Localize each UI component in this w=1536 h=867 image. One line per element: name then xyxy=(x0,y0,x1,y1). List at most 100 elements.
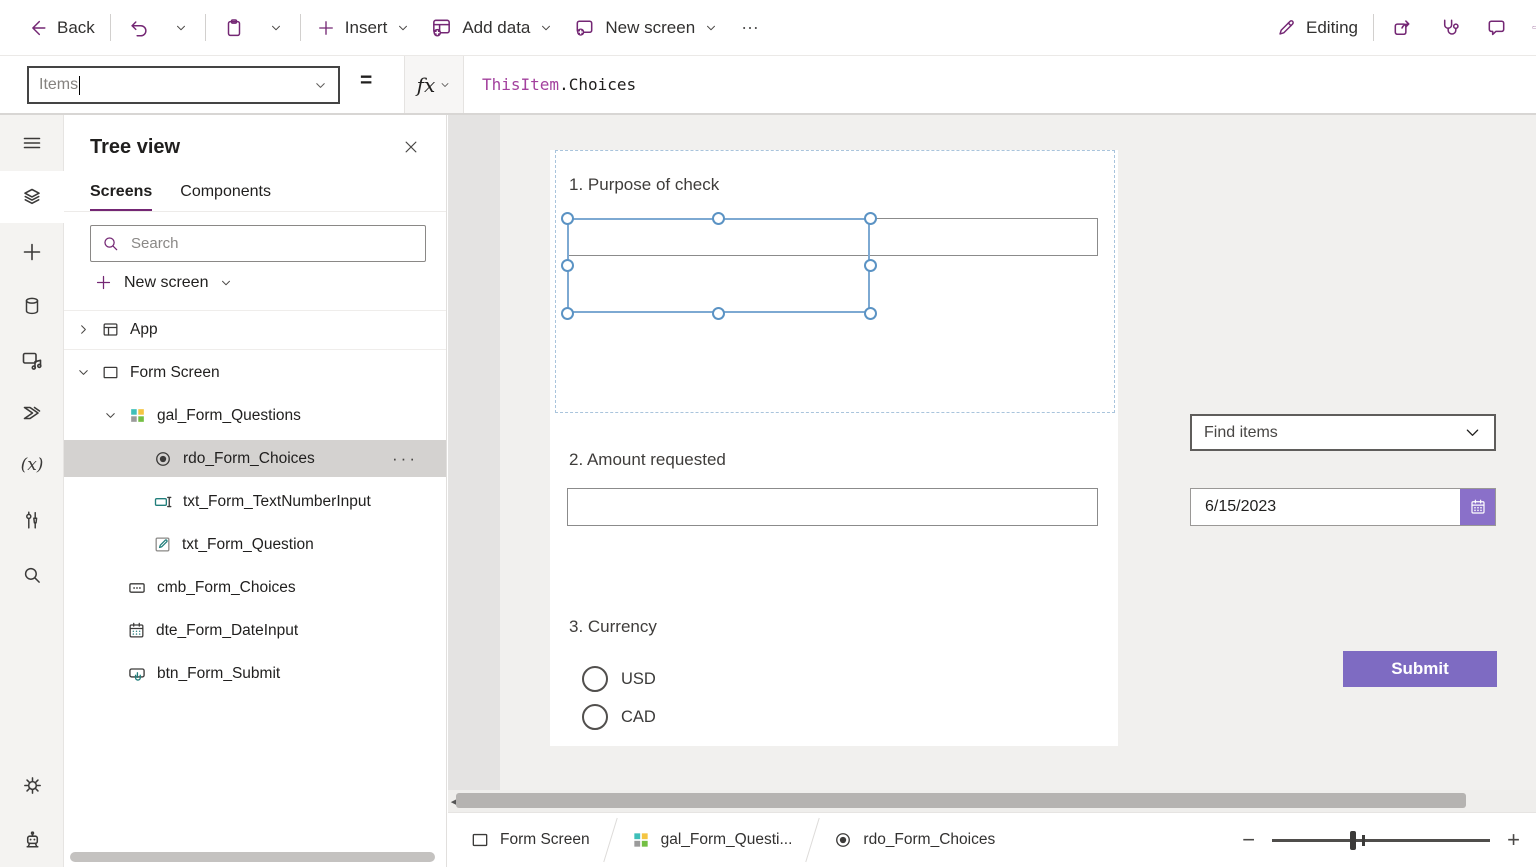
more-options-button[interactable]: ··· xyxy=(392,449,446,469)
selected-radio-control[interactable] xyxy=(567,218,870,313)
question1-label[interactable]: 1. Purpose of check xyxy=(569,175,719,195)
zoom-out-button[interactable]: − xyxy=(1242,829,1255,851)
tree-item-form-screen[interactable]: Form Screen xyxy=(64,354,446,391)
radio-icon xyxy=(833,830,853,850)
tree-tabs: Screens Components xyxy=(90,183,271,212)
selection-handle-sw[interactable] xyxy=(561,307,574,320)
share-button[interactable] xyxy=(1379,10,1426,45)
comments-button[interactable] xyxy=(1473,10,1520,45)
tree-item-label: txt_Form_Question xyxy=(182,536,314,554)
tree-item-label: dte_Form_DateInput xyxy=(156,622,298,640)
tree-item-label: Form Screen xyxy=(130,364,220,382)
app-checker-button[interactable] xyxy=(1426,10,1473,45)
scrollbar-thumb[interactable] xyxy=(456,793,1466,808)
property-selector-value: Items xyxy=(39,76,78,94)
rail-item-power-automate[interactable] xyxy=(0,387,64,439)
radio-option-cad[interactable]: CAD xyxy=(582,704,656,730)
tree-item-question-label[interactable]: txt_Form_Question xyxy=(64,526,446,563)
selection-handle-e[interactable] xyxy=(864,259,877,272)
formula-thisitem-token: ThisItem xyxy=(482,75,559,94)
tree-item-text-number-input[interactable]: txt_Form_TextNumberInput xyxy=(64,483,446,520)
chevron-down-icon xyxy=(103,408,118,423)
radio-circle[interactable] xyxy=(582,704,608,730)
rail-item-media[interactable] xyxy=(0,334,64,386)
tree-item-label: rdo_Form_Choices xyxy=(183,450,315,468)
chevron-down-icon xyxy=(1463,423,1482,442)
submit-button[interactable]: Submit xyxy=(1343,651,1497,687)
calendar-picker-button[interactable] xyxy=(1460,489,1495,525)
undo-button[interactable] xyxy=(116,11,162,45)
question2-label[interactable]: 2. Amount requested xyxy=(569,450,726,470)
rail-item-variables[interactable]: (x) xyxy=(0,439,64,491)
rail-item-search[interactable] xyxy=(0,549,64,601)
selection-handle-se[interactable] xyxy=(864,307,877,320)
chevron-down-icon xyxy=(313,78,328,93)
clipboard-icon xyxy=(223,17,245,39)
rail-item-insert[interactable] xyxy=(0,226,64,278)
left-navigation-rail: (x) xyxy=(0,115,64,867)
add-data-button[interactable]: Add data xyxy=(420,10,563,45)
more-commands-button[interactable] xyxy=(728,12,772,44)
preview-button[interactable] xyxy=(1520,10,1536,45)
selection-handle-n[interactable] xyxy=(712,212,725,225)
selection-handle-s[interactable] xyxy=(712,307,725,320)
tree-item-radio-choices[interactable]: rdo_Form_Choices ··· xyxy=(64,440,446,477)
status-bar: Form Screen gal_Form_Questi... rdo_Form_… xyxy=(448,812,1536,867)
formula-input[interactable]: ThisItem.Choices xyxy=(482,56,1536,113)
divider xyxy=(205,14,206,41)
tree-item-combobox[interactable]: cmb_Form_Choices xyxy=(64,569,446,606)
insert-button[interactable]: Insert xyxy=(306,12,421,44)
divider xyxy=(300,14,301,41)
breadcrumb-separator xyxy=(603,818,617,862)
breadcrumb-label: Form Screen xyxy=(500,831,590,849)
tree-item-gallery[interactable]: gal_Form_Questions xyxy=(64,397,446,434)
paste-menu-button[interactable] xyxy=(257,15,295,41)
rail-item-advanced-tools[interactable] xyxy=(0,495,64,547)
tab-screens[interactable]: Screens xyxy=(90,183,152,212)
selection-handle-nw[interactable] xyxy=(561,212,574,225)
fx-selector[interactable]: fx xyxy=(404,56,464,113)
date-value: 6/15/2023 xyxy=(1191,498,1276,516)
menu-button[interactable] xyxy=(0,117,64,169)
search-input[interactable] xyxy=(129,234,415,253)
back-button[interactable]: Back xyxy=(16,11,105,45)
chevron-down-icon xyxy=(174,21,188,35)
date-picker-field[interactable]: 6/15/2023 xyxy=(1190,488,1496,526)
new-screen-label: New screen xyxy=(124,274,208,292)
rail-item-settings[interactable] xyxy=(0,759,64,811)
new-screen-button[interactable]: New screen xyxy=(563,10,728,45)
chevron-down-icon xyxy=(269,21,283,35)
breadcrumb-form-screen[interactable]: Form Screen xyxy=(470,830,590,850)
close-panel-button[interactable] xyxy=(402,138,420,156)
breadcrumb-gallery[interactable]: gal_Form_Questi... xyxy=(631,830,793,850)
tree-item-app[interactable]: App xyxy=(64,311,446,348)
find-items-combobox[interactable]: Find items xyxy=(1190,414,1496,451)
property-selector[interactable]: Items xyxy=(27,66,340,104)
tree-panel-scrollbar-thumb[interactable] xyxy=(70,852,435,862)
zoom-in-button[interactable]: + xyxy=(1507,829,1520,851)
editing-mode-button[interactable]: Editing xyxy=(1265,11,1368,45)
chevron-down-icon xyxy=(76,365,91,380)
paste-button[interactable] xyxy=(211,11,257,45)
question2-text-input[interactable] xyxy=(567,488,1098,526)
tab-components[interactable]: Components xyxy=(180,183,271,212)
undo-menu-button[interactable] xyxy=(162,15,200,41)
new-screen-icon xyxy=(573,16,596,39)
selection-handle-ne[interactable] xyxy=(864,212,877,225)
rail-item-data[interactable] xyxy=(0,280,64,332)
gallery-icon xyxy=(128,406,147,425)
selection-handle-w[interactable] xyxy=(561,259,574,272)
radio-option-usd[interactable]: USD xyxy=(582,666,656,692)
tree-item-submit-button[interactable]: btn_Form_Submit xyxy=(64,655,446,692)
tree-search-box[interactable] xyxy=(90,225,426,262)
zoom-slider-thumb[interactable] xyxy=(1350,831,1356,850)
question3-label[interactable]: 3. Currency xyxy=(569,617,657,637)
new-screen-tree-button[interactable]: New screen xyxy=(94,273,233,292)
rail-item-virtual-agent[interactable] xyxy=(0,814,64,866)
tree-item-date-input[interactable]: dte_Form_DateInput xyxy=(64,612,446,649)
tree-item-label: btn_Form_Submit xyxy=(157,665,280,683)
rail-item-tree-view[interactable] xyxy=(0,171,64,223)
ellipsis-icon xyxy=(740,18,760,38)
radio-circle[interactable] xyxy=(582,666,608,692)
breadcrumb-radio-choices[interactable]: rdo_Form_Choices xyxy=(833,830,995,850)
